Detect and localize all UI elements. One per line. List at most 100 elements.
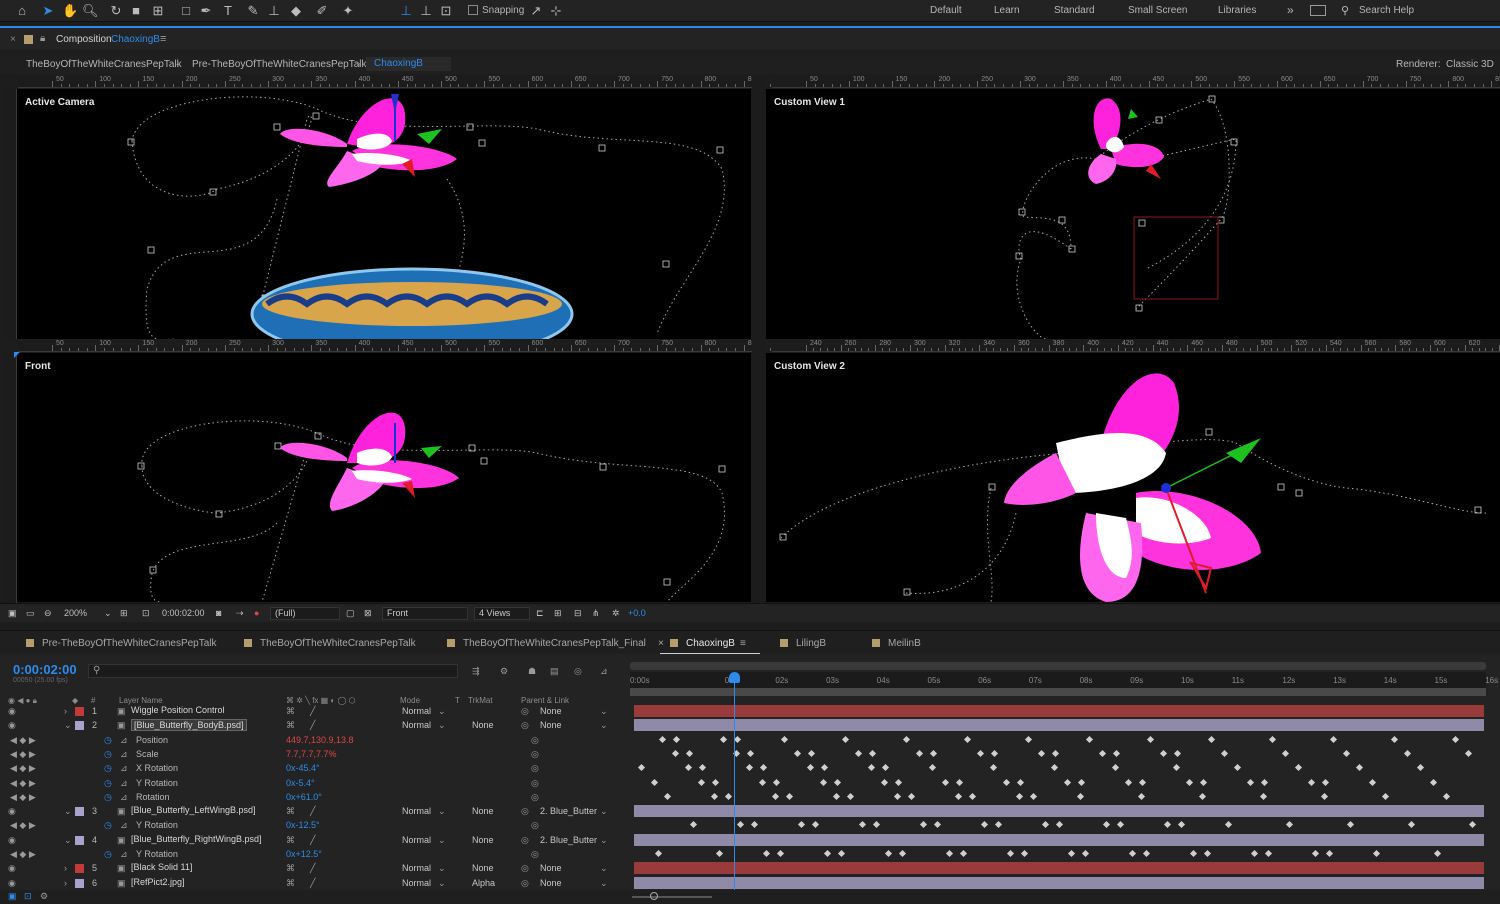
keyframe[interactable] (1077, 778, 1086, 786)
workspace-small-screen[interactable]: Small Screen (1128, 5, 1187, 16)
chevron-down-icon[interactable]: ⌄ (600, 863, 608, 874)
keyframe[interactable] (955, 778, 964, 786)
keyframe[interactable] (1124, 778, 1133, 786)
lock-icon[interactable]: 🔒︎ (40, 33, 45, 44)
expression-pickwhip-icon[interactable]: ◎ (531, 735, 539, 746)
keyframe[interactable] (793, 749, 802, 757)
expression-pickwhip-icon[interactable]: ◎ (531, 849, 539, 860)
keyframe[interactable] (1098, 749, 1107, 757)
rectangle-tool-icon[interactable]: □ (178, 3, 194, 19)
trkmat-dropdown[interactable]: Alpha (472, 878, 495, 888)
show-snapshot-icon[interactable]: ⇢ (236, 608, 244, 619)
layer-duration-bar[interactable] (634, 805, 1484, 818)
3d-view-dropdown[interactable]: Front (382, 607, 468, 620)
workspace-layout-icon[interactable] (1310, 5, 1326, 16)
property-value[interactable]: 0x-5.4° (286, 778, 315, 788)
layer-duration-bar[interactable] (634, 833, 1484, 846)
chevron-down-icon[interactable]: ⌄ (438, 720, 446, 731)
keyframe[interactable] (832, 792, 841, 800)
keyframe[interactable] (1041, 821, 1050, 829)
keyframe[interactable] (968, 792, 977, 800)
home-icon[interactable]: ⌂ (14, 3, 30, 19)
channel-icon[interactable]: ● (254, 608, 259, 618)
keyframe[interactable] (806, 764, 815, 772)
keyframe[interactable] (994, 821, 1003, 829)
zoom-tool-icon[interactable]: 🔍︎ (82, 3, 99, 19)
keyframe[interactable] (1163, 821, 1172, 829)
layer-label-color[interactable] (75, 864, 84, 874)
keyframe[interactable] (671, 749, 680, 757)
layer-name[interactable]: [Blue_Butterfly_LeftWingB.psd] (131, 805, 256, 815)
keyframe[interactable] (733, 735, 742, 743)
layer-duration-bar[interactable] (634, 719, 1484, 732)
layer-name[interactable]: [Blue_Butterfly_RightWingB.psd] (131, 834, 262, 844)
keyframe[interactable] (841, 735, 850, 743)
puppet-pin-tool-icon[interactable]: ✦ (340, 3, 356, 19)
chevron-down-icon[interactable]: ⌄ (438, 806, 446, 817)
keyframe[interactable] (833, 778, 842, 786)
keyframe[interactable] (1189, 849, 1198, 858)
keyframe[interactable] (907, 792, 916, 800)
stopwatch-icon[interactable]: ◷ (104, 849, 112, 860)
keyframe[interactable] (894, 778, 903, 786)
keyframe[interactable] (1260, 778, 1269, 786)
frame-blending-icon[interactable]: ▤ (550, 666, 559, 677)
keyframe-nav-icon[interactable]: ◀ ◆ ▶ (10, 749, 36, 760)
region-of-interest-icon[interactable]: ▢ (346, 608, 355, 619)
keyframe[interactable] (1146, 735, 1155, 743)
layer-search-input[interactable]: ⚲ (88, 664, 458, 678)
keyframe[interactable] (933, 821, 942, 829)
layer-row[interactable]: ◉ ⌄ 4 ▣ [Blue_Butterfly_RightWingB.psd] ⌘ ╱ Nor… (0, 834, 628, 848)
keyframe[interactable] (880, 778, 889, 786)
keyframe[interactable] (780, 735, 789, 743)
eraser-tool-icon[interactable]: ◆ (288, 3, 304, 19)
close-tab-icon[interactable]: × (658, 638, 664, 649)
eye-icon[interactable]: ◉ (8, 878, 16, 889)
keyframe-nav-icon[interactable]: ◀ ◆ ▶ (10, 735, 36, 746)
keyframe[interactable] (1451, 735, 1460, 743)
keyframe[interactable] (772, 778, 781, 786)
playhead-handle[interactable] (729, 672, 740, 683)
keyframe[interactable] (1311, 849, 1320, 858)
chevron-down-icon[interactable]: ⌄ (600, 806, 608, 817)
world-axis-icon[interactable]: ⊥ (418, 3, 434, 19)
keyframe[interactable] (724, 792, 733, 800)
monitor-icon[interactable]: ▭ (26, 608, 35, 619)
eye-icon[interactable]: ◉ (8, 720, 16, 731)
keyframe[interactable] (980, 821, 989, 829)
keyframe[interactable] (1111, 764, 1120, 772)
pen-tool-icon[interactable]: ✒ (198, 3, 214, 19)
keyframe[interactable] (1429, 778, 1438, 786)
close-panel-icon[interactable]: × (10, 34, 16, 45)
keyframe[interactable] (1307, 778, 1316, 786)
keyframe[interactable] (1390, 735, 1399, 743)
keyframe[interactable] (684, 764, 693, 772)
more-workspaces-icon[interactable]: » (1287, 3, 1294, 17)
layer-row[interactable]: ◉ › 6 ▣ [RefPict2.jpg] ⌘ ╱ Normal ⌄ Alpha ◎ None ⌄ (0, 877, 628, 891)
keyframe[interactable] (1016, 778, 1025, 786)
keyframe[interactable] (689, 821, 698, 829)
layer-row[interactable]: ◉ ⌄ 3 ▣ [Blue_Butterfly_LeftWingB.psd] ⌘ ╱ Norm… (0, 805, 628, 819)
keyframe[interactable] (976, 749, 985, 757)
keyframe[interactable] (1285, 821, 1294, 829)
panel-menu-icon[interactable]: ≡ (160, 33, 166, 45)
keyframe[interactable] (941, 778, 950, 786)
keyframe[interactable] (1051, 749, 1060, 757)
keyframe[interactable] (672, 735, 681, 743)
keyframe[interactable] (1416, 764, 1425, 772)
keyframe[interactable] (1137, 792, 1146, 800)
butterfly-layer[interactable] (280, 94, 457, 187)
stopwatch-icon[interactable]: ◷ (104, 820, 112, 831)
keyframe[interactable] (771, 792, 780, 800)
snapshot-icon[interactable]: ◙ (216, 608, 221, 618)
property-value[interactable]: 0x-12.5° (286, 820, 320, 830)
pickwhip-icon[interactable]: ◎ (521, 806, 529, 817)
property-value[interactable]: 449.7,130.9,13.8 (286, 735, 354, 745)
stopwatch-icon[interactable]: ◷ (104, 778, 112, 789)
safe-area-icon[interactable]: ⊡ (142, 608, 150, 619)
chevron-down-icon[interactable]: ⌄ (438, 706, 446, 717)
keyframe[interactable] (928, 764, 937, 772)
parent-dropdown[interactable]: None (540, 706, 562, 716)
timeline-current-time[interactable]: 0:00:02:00 (13, 662, 77, 677)
view-active-camera[interactable]: Active Camera (17, 89, 751, 339)
